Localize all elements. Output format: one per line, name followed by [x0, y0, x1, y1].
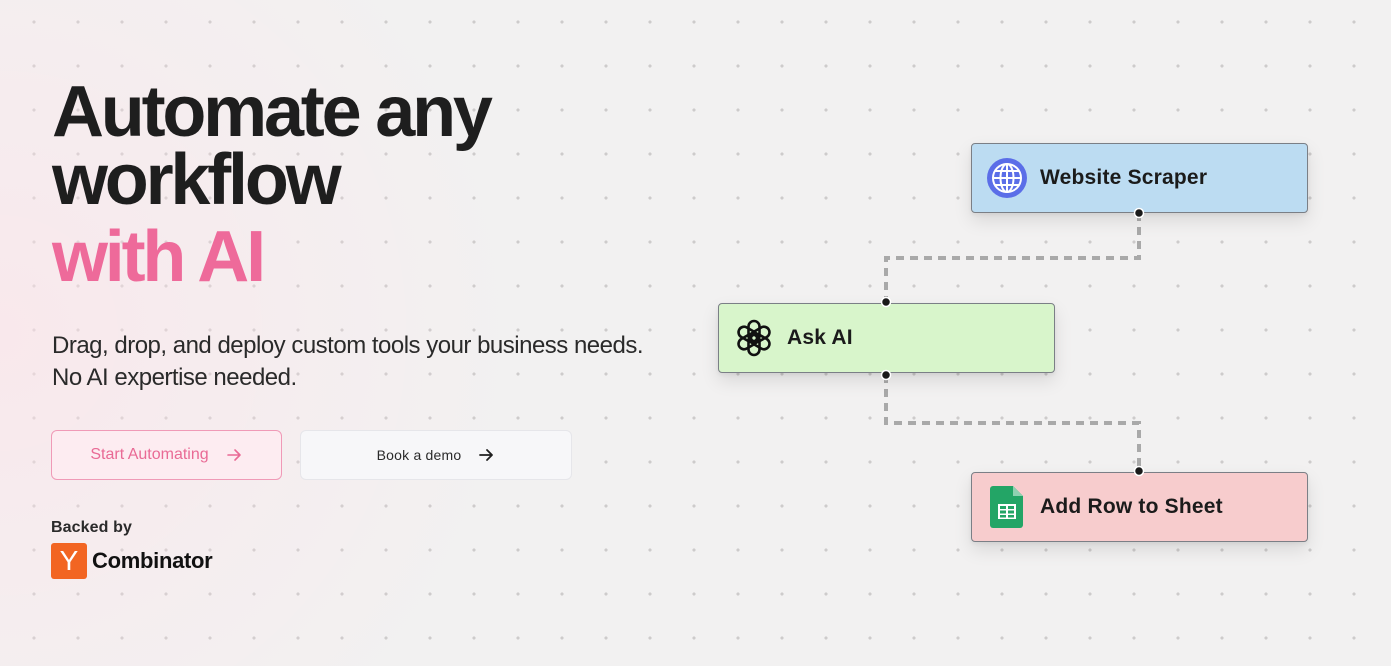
- book-demo-button[interactable]: Book a demo: [300, 430, 572, 480]
- hero-title-line-1: Automate any: [52, 72, 493, 152]
- node-add-row-to-sheet[interactable]: Add Row to Sheet: [971, 472, 1308, 542]
- node-ask-ai[interactable]: Ask AI: [718, 303, 1055, 373]
- yc-name: Combinator: [92, 548, 213, 573]
- hero-title-accent: with AI: [52, 217, 266, 297]
- google-sheets-icon: [986, 486, 1028, 528]
- connector-ai-to-sheet: [884, 375, 1141, 471]
- backed-by-label: Backed by: [51, 519, 132, 536]
- node-website-scraper[interactable]: Website Scraper: [971, 143, 1308, 213]
- start-automating-label: Start Automating: [90, 446, 209, 463]
- hero-subtitle-line-1: Drag, drop, and deploy custom tools your…: [52, 332, 644, 359]
- node-label: Add Row to Sheet: [1040, 495, 1223, 518]
- node-label: Ask AI: [787, 326, 853, 349]
- book-demo-label: Book a demo: [376, 447, 462, 463]
- hero-title-line-2: workflow: [52, 140, 342, 220]
- hero-title: Automate any workflow with AI: [52, 72, 493, 297]
- arrow-right-icon: [225, 446, 243, 464]
- node-label: Website Scraper: [1040, 166, 1208, 189]
- openai-icon: [733, 317, 775, 359]
- arrow-right-icon: [477, 446, 495, 464]
- yc-logo-mark: Y: [51, 543, 87, 579]
- y-combinator-logo: Y Combinator: [51, 543, 213, 579]
- hero-subtitle-line-2: No AI expertise needed.: [52, 364, 297, 391]
- start-automating-button[interactable]: Start Automating: [51, 430, 282, 480]
- globe-icon: [986, 157, 1028, 199]
- hero-subtitle: Drag, drop, and deploy custom tools your…: [52, 330, 644, 394]
- connector-scraper-to-ai: [884, 213, 1141, 302]
